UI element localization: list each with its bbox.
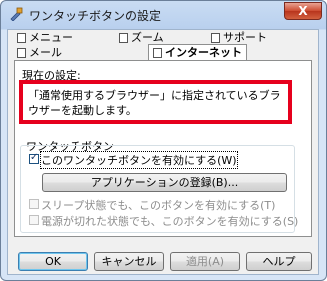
document-icon xyxy=(17,48,26,58)
poweroff-checkbox-label: 電源が切れた状態でも、このボタンを有効にする(S) xyxy=(41,215,299,228)
tab-mail[interactable]: メール xyxy=(13,45,66,60)
close-icon: X xyxy=(298,4,308,18)
current-setting-text: 「通常使用するブラウザー」に指定されているブラウザーを起動します。 xyxy=(28,89,281,117)
dialog-window: ワンタッチボタンの設定 X メニュー ズーム サポート メール インターネット … xyxy=(0,0,327,281)
dialog-client-area: メニュー ズーム サポート メール インターネット 現在の設定: 「通常使用する… xyxy=(7,29,319,275)
apply-button[interactable]: 適用(A) xyxy=(170,252,240,271)
sleep-checkbox-label: スリープ状態でも、このボタンを有効にする(T) xyxy=(41,199,276,212)
ok-button[interactable]: OK xyxy=(18,252,88,271)
tab-zoom[interactable]: ズーム xyxy=(115,30,168,45)
tab-label: メニュー xyxy=(29,31,73,44)
cancel-button[interactable]: キャンセル xyxy=(94,252,164,271)
enable-checkbox[interactable] xyxy=(29,152,39,164)
tab-label: ズーム xyxy=(131,31,164,44)
tab-support[interactable]: サポート xyxy=(207,30,271,45)
tab-internet[interactable]: インターネット xyxy=(148,44,247,61)
poweroff-checkbox[interactable] xyxy=(29,215,39,225)
document-icon xyxy=(211,33,220,43)
enable-checkbox-label[interactable]: このワンタッチボタンを有効にする(W) xyxy=(40,151,238,169)
title-bar[interactable]: ワンタッチボタンの設定 X xyxy=(1,1,326,27)
document-icon xyxy=(17,33,26,43)
tab-label: サポート xyxy=(223,31,267,44)
document-icon xyxy=(119,33,128,43)
tab-label: インターネット xyxy=(165,46,242,59)
sleep-checkbox[interactable] xyxy=(29,199,39,209)
help-button[interactable]: ヘルプ xyxy=(246,252,312,271)
document-icon xyxy=(153,48,162,58)
register-application-button[interactable]: アプリケーションの登録(B)... xyxy=(42,173,287,192)
current-setting-box: 「通常使用するブラウザー」に指定されているブラウザーを起動します。 xyxy=(19,80,292,124)
window-title: ワンタッチボタンの設定 xyxy=(29,9,162,23)
tab-menu[interactable]: メニュー xyxy=(13,30,77,45)
close-button[interactable]: X xyxy=(284,2,322,20)
tab-label: メール xyxy=(29,46,62,59)
onetouch-button-icon xyxy=(10,7,23,21)
